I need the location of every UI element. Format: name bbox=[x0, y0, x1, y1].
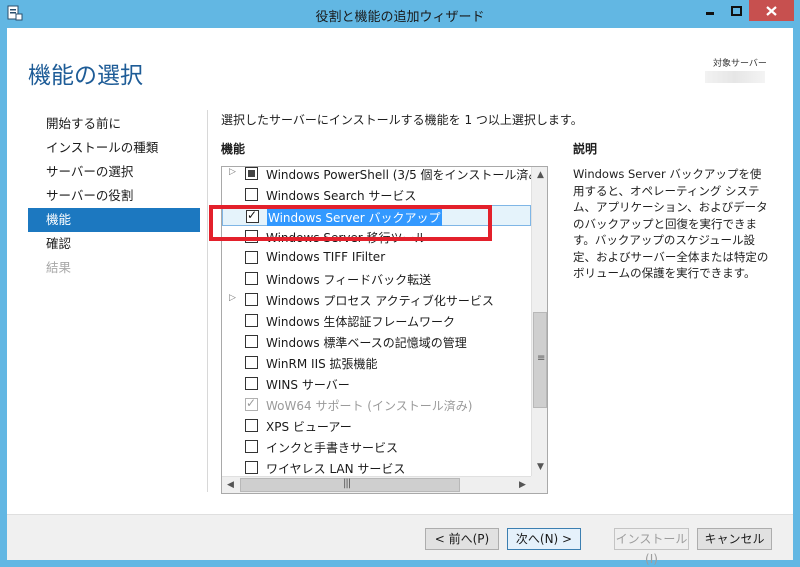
feature-label: WinRM IIS 拡張機能 bbox=[266, 357, 378, 371]
feature-row[interactable]: Windows 生体認証フレームワーク bbox=[222, 310, 531, 331]
page-title: 機能の選択 bbox=[28, 63, 143, 89]
features-heading: 機能 bbox=[221, 142, 246, 156]
vertical-scrollbar[interactable]: ▲ ≡ ▼ bbox=[531, 167, 547, 476]
scroll-left-arrow-icon[interactable]: ◀ bbox=[222, 477, 239, 493]
feature-row[interactable]: Windows Search サービス bbox=[222, 184, 531, 205]
feature-label: WINS サーバー bbox=[266, 378, 350, 392]
cancel-button[interactable]: キャンセル bbox=[697, 528, 772, 550]
maximize-button[interactable] bbox=[723, 0, 749, 21]
nav-item-results: 結果 bbox=[46, 260, 72, 275]
feature-label: WoW64 サポート (インストール済み) bbox=[266, 399, 473, 413]
nav-item-confirmation[interactable]: 確認 bbox=[28, 232, 200, 256]
feature-row[interactable]: Windows フィードバック転送 bbox=[222, 268, 531, 289]
feature-label: インクと手書きサービス bbox=[266, 441, 399, 455]
window-title: 役割と機能の追加ウィザード bbox=[315, 10, 485, 25]
feature-label: ワイヤレス LAN サービス bbox=[266, 462, 406, 476]
feature-checkbox[interactable] bbox=[245, 314, 258, 327]
wizard-content: 機能の選択 対象サーバー 開始する前に インストールの種類 サーバーの選択 サー… bbox=[7, 28, 793, 566]
feature-row[interactable]: WinRM IIS 拡張機能 bbox=[222, 352, 531, 373]
description-heading: 説明 bbox=[573, 142, 598, 156]
nav-item-before-you-begin[interactable]: 開始する前に bbox=[28, 112, 200, 136]
feature-row[interactable]: ワイヤレス LAN サービス bbox=[222, 457, 531, 476]
wizard-footer: < 前へ(P) 次へ(N) > インストール(I) キャンセル bbox=[7, 514, 793, 566]
scroll-down-arrow-icon[interactable]: ▼ bbox=[532, 459, 547, 476]
nav-item-server-roles[interactable]: サーバーの役割 bbox=[28, 184, 200, 208]
nav-item-features[interactable]: 機能 bbox=[28, 208, 200, 232]
vertical-scroll-thumb[interactable]: ≡ bbox=[533, 312, 547, 408]
feature-row[interactable]: Windows 標準ベースの記憶域の管理 bbox=[222, 331, 531, 352]
feature-checkbox[interactable] bbox=[245, 188, 258, 201]
feature-row[interactable]: Windows TIFF IFilter bbox=[222, 247, 531, 268]
feature-label: XPS ビューアー bbox=[266, 420, 352, 434]
close-button[interactable] bbox=[749, 0, 794, 21]
feature-label: Windows Search サービス bbox=[266, 189, 417, 203]
feature-label: Windows PowerShell (3/5 個をインストール済み) bbox=[266, 168, 531, 182]
red-highlight-annotation bbox=[209, 205, 492, 241]
instruction-text: 選択したサーバーにインストールする機能を 1 つ以上選択します。 bbox=[221, 113, 583, 127]
next-button[interactable]: 次へ(N) > bbox=[507, 528, 581, 550]
feature-checkbox[interactable] bbox=[245, 272, 258, 285]
feature-checkbox[interactable] bbox=[245, 461, 258, 474]
grip-icon: ||| bbox=[343, 478, 351, 489]
feature-label: Windows TIFF IFilter bbox=[266, 250, 386, 264]
feature-checkbox[interactable] bbox=[245, 167, 258, 180]
wizard-window: 役割と機能の追加ウィザード 機能の選択 対象サーバー 開始する前に インストール… bbox=[0, 0, 800, 567]
maximize-icon bbox=[730, 5, 742, 16]
feature-row[interactable]: WINS サーバー bbox=[222, 373, 531, 394]
feature-row[interactable]: WoW64 サポート (インストール済み) bbox=[222, 394, 531, 415]
destination-server-label: 対象サーバー bbox=[713, 59, 767, 69]
feature-row[interactable]: インクと手書きサービス bbox=[222, 436, 531, 457]
horizontal-scrollbar[interactable]: ◀ ||| ▶ bbox=[222, 476, 531, 493]
scroll-up-arrow-icon[interactable]: ▲ bbox=[532, 167, 547, 184]
nav-divider bbox=[207, 110, 208, 492]
title-bar[interactable]: 役割と機能の追加ウィザード bbox=[0, 0, 800, 28]
scroll-right-arrow-icon[interactable]: ▶ bbox=[514, 477, 531, 493]
install-button: インストール(I) bbox=[614, 528, 689, 566]
feature-checkbox[interactable] bbox=[245, 356, 258, 369]
feature-checkbox[interactable] bbox=[245, 419, 258, 432]
scrollbar-corner bbox=[531, 476, 547, 493]
nav-item-installation-type[interactable]: インストールの種類 bbox=[28, 136, 200, 160]
feature-checkbox[interactable] bbox=[245, 440, 258, 453]
expand-arrow-icon[interactable]: ▷ bbox=[229, 167, 236, 177]
previous-button[interactable]: < 前へ(P) bbox=[425, 528, 499, 550]
close-icon bbox=[766, 5, 777, 16]
feature-row[interactable]: ▷ Windows PowerShell (3/5 個をインストール済み) bbox=[222, 167, 531, 184]
grip-icon: ≡ bbox=[537, 353, 546, 364]
expand-arrow-icon[interactable]: ▷ bbox=[229, 293, 236, 303]
feature-label: Windows 生体認証フレームワーク bbox=[266, 315, 456, 329]
wizard-nav: 開始する前に インストールの種類 サーバーの選択 サーバーの役割 機能 確認 結… bbox=[28, 112, 200, 280]
nav-item-server-selection[interactable]: サーバーの選択 bbox=[28, 160, 200, 184]
minimize-button[interactable] bbox=[697, 0, 723, 21]
feature-row[interactable]: ▷ Windows プロセス アクティブ化サービス bbox=[222, 289, 531, 310]
feature-row[interactable]: XPS ビューアー bbox=[222, 415, 531, 436]
feature-checkbox bbox=[245, 396, 258, 411]
feature-label: Windows フィードバック転送 bbox=[266, 273, 432, 287]
horizontal-scroll-thumb[interactable]: ||| bbox=[240, 478, 460, 492]
feature-label: Windows プロセス アクティブ化サービス bbox=[266, 294, 494, 308]
feature-checkbox[interactable] bbox=[245, 335, 258, 348]
destination-server-name-redacted bbox=[705, 71, 765, 83]
description-text: Windows Server バックアップを使用すると、オペレーティング システ… bbox=[573, 167, 769, 280]
feature-checkbox[interactable] bbox=[245, 293, 258, 306]
minimize-icon bbox=[706, 11, 714, 15]
feature-checkbox[interactable] bbox=[245, 251, 258, 264]
feature-checkbox[interactable] bbox=[245, 377, 258, 390]
feature-label: Windows 標準ベースの記憶域の管理 bbox=[266, 336, 467, 350]
